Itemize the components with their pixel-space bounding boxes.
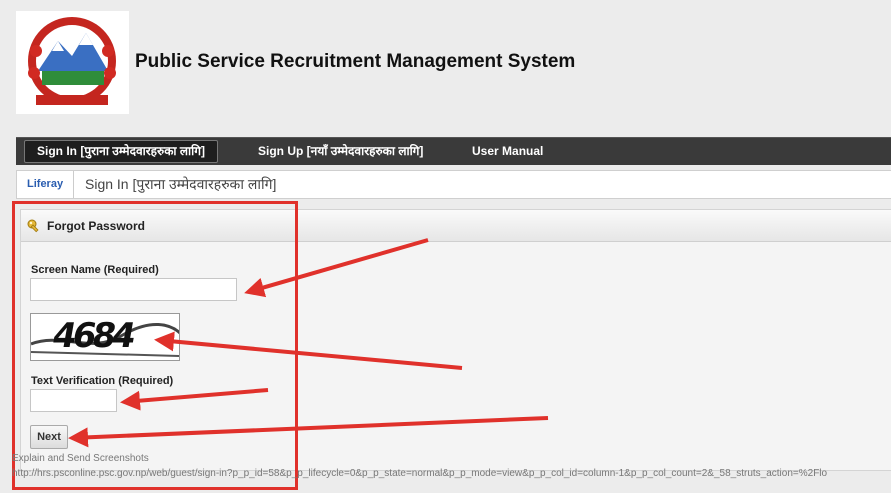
status-note: Explain and Send Screenshots [12,453,149,464]
arrow-to-screen-name [244,238,429,298]
annotation-arrows [68,238,549,448]
arrow-to-next [68,416,549,448]
status-url: http://hrs.psconline.psc.gov.np/web/gues… [12,468,828,479]
arrow-to-captcha [154,331,463,370]
arrow-to-verification [120,388,269,411]
